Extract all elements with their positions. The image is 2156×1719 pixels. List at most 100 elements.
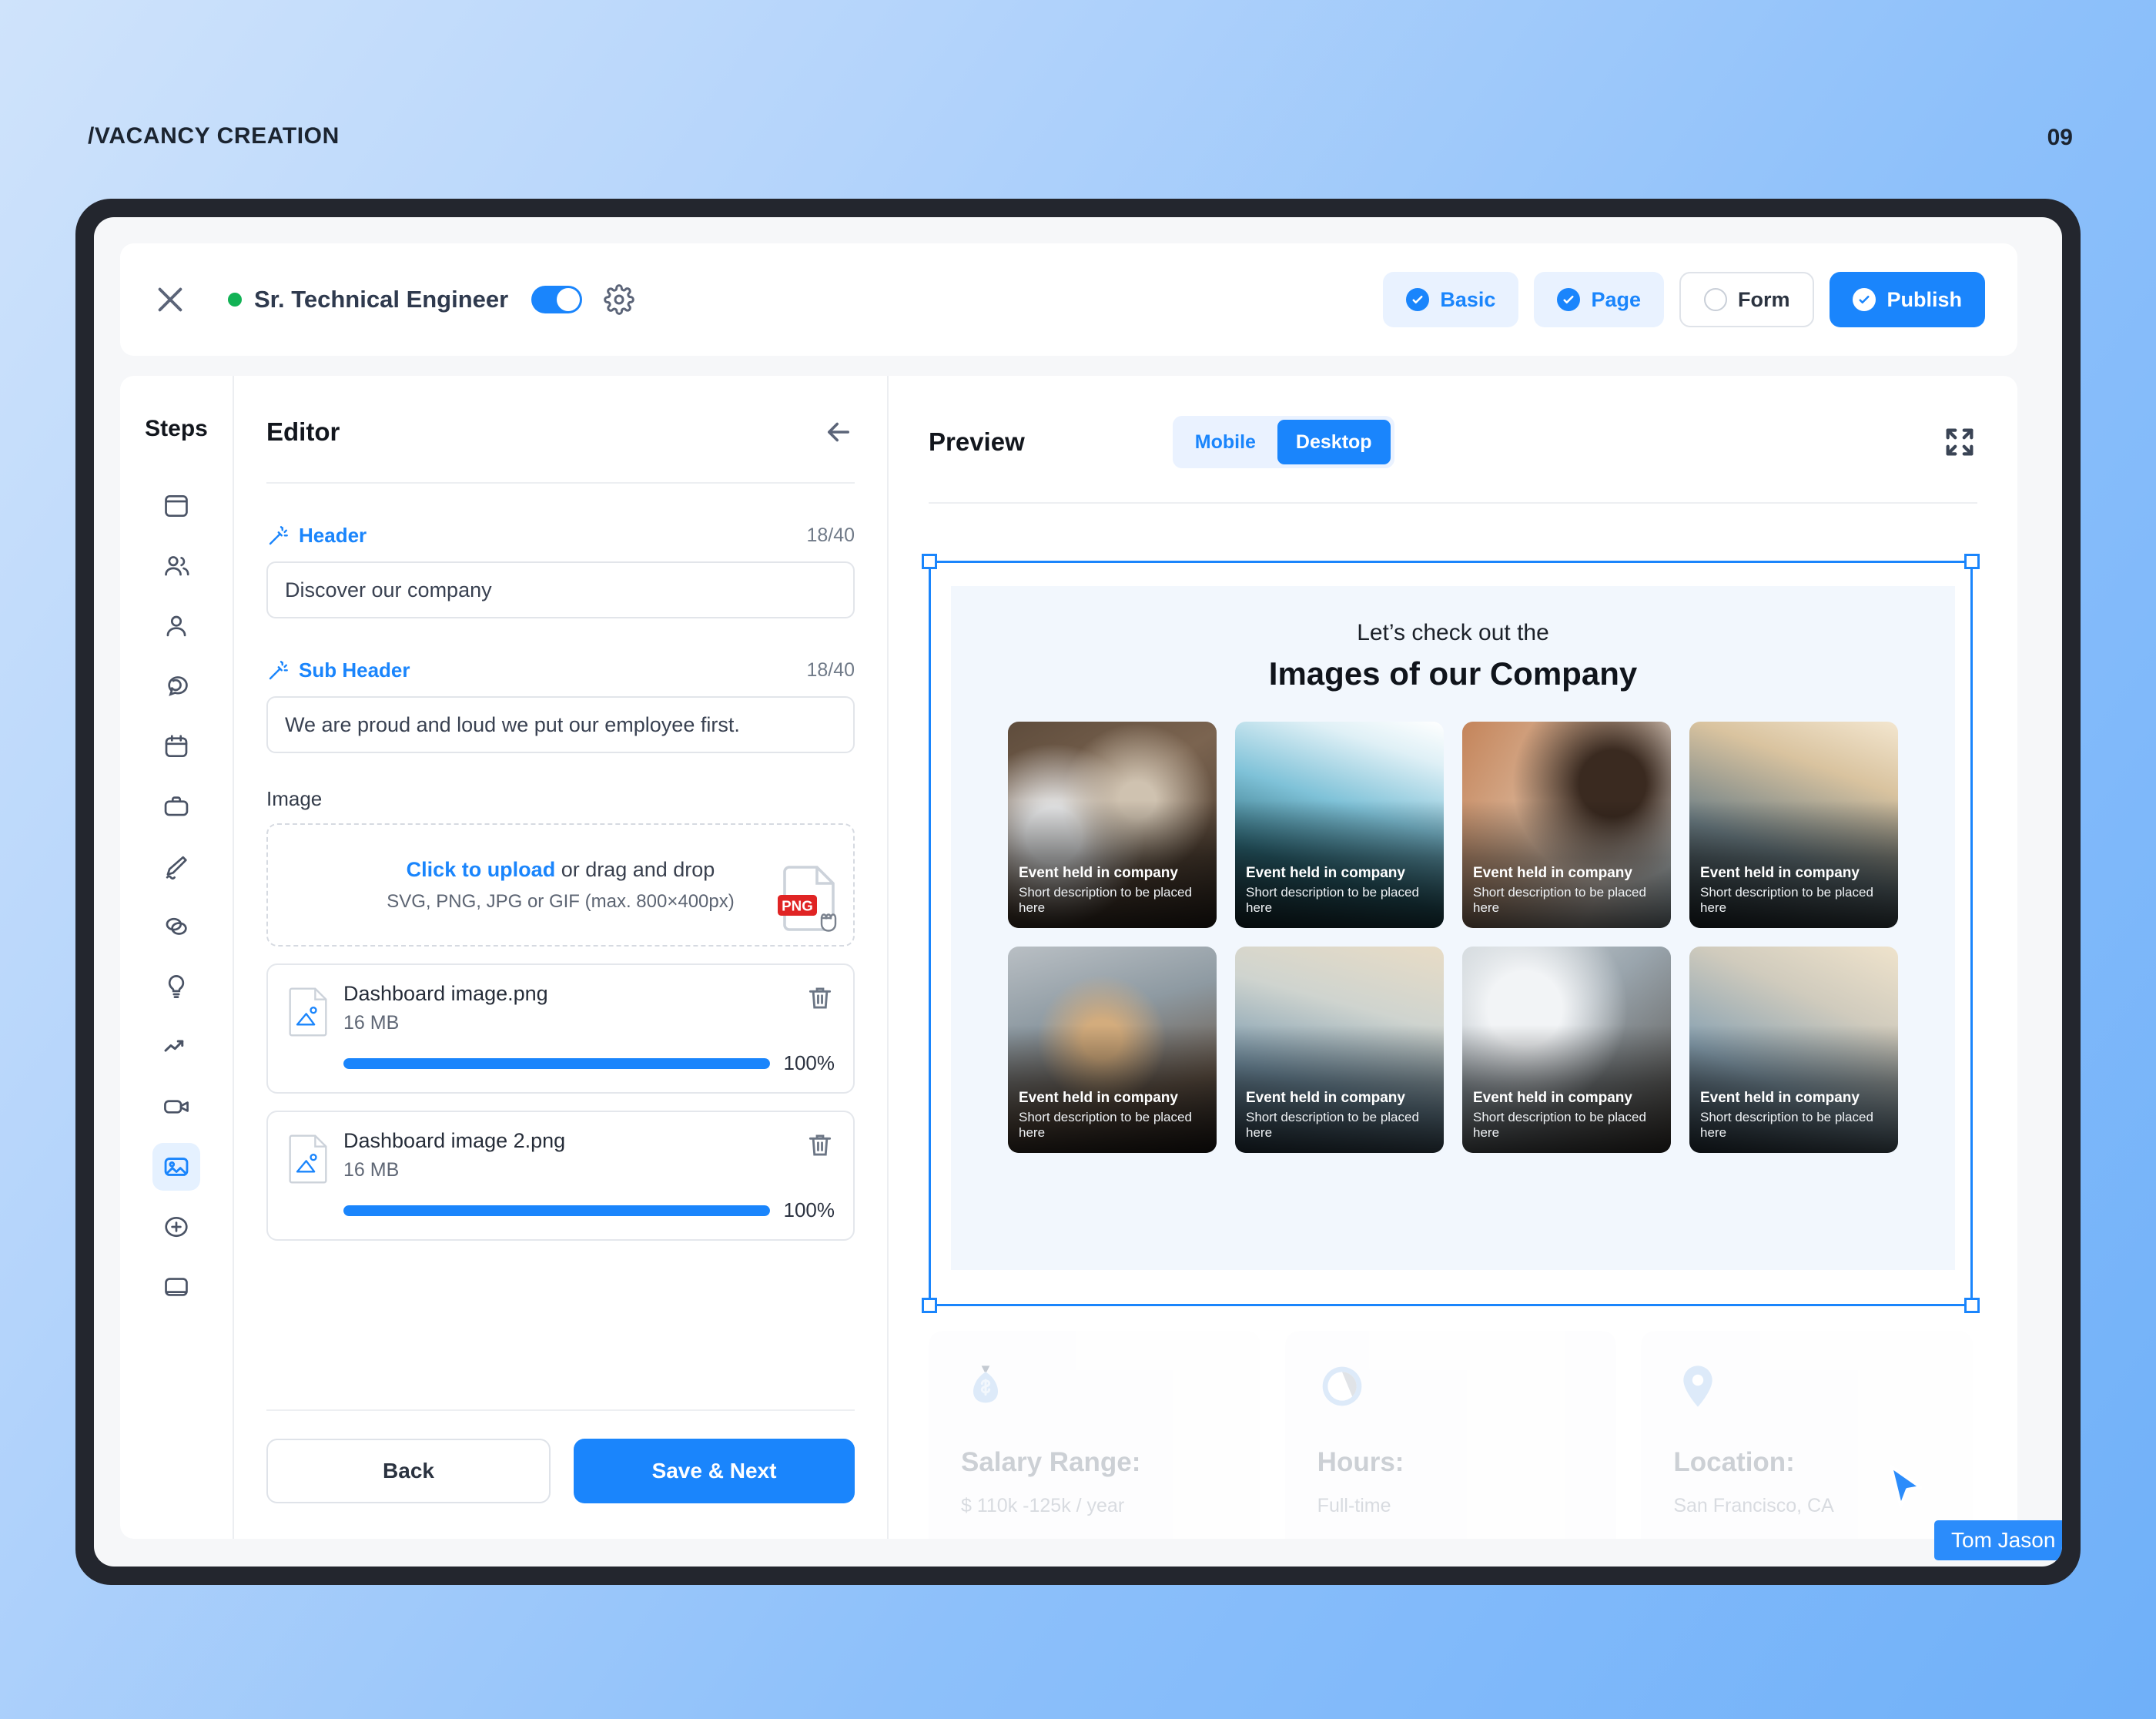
delete-icon[interactable] <box>805 983 835 1013</box>
subheader-input[interactable]: We are proud and loud we put our employe… <box>266 696 855 753</box>
topbar-step-form[interactable]: Form <box>1679 272 1815 327</box>
workspace: Steps Editor Header 18/40 Discover our c… <box>120 376 2017 1539</box>
topbar-step-page[interactable]: Page <box>1534 272 1664 327</box>
gallery-card[interactable]: Event held in company Short description t… <box>1008 947 1217 1153</box>
page-breadcrumb: /VACANCY CREATION <box>88 123 340 149</box>
gallery-card[interactable]: Event held in company Short description t… <box>1235 947 1444 1153</box>
topbar-step-publish[interactable]: Publish <box>1830 272 1985 327</box>
file-progress-row: 100% <box>343 1051 835 1075</box>
file-progress-row: 100% <box>343 1198 835 1222</box>
check-icon <box>1557 288 1581 311</box>
editor-title: Editor <box>266 417 340 446</box>
progress-percent: 100% <box>783 1198 835 1221</box>
close-icon[interactable] <box>152 282 188 317</box>
png-file-icon: PNG <box>778 866 837 932</box>
resize-handle-bottom-left[interactable] <box>922 1298 937 1313</box>
sidebar-item-image[interactable] <box>152 1143 200 1191</box>
photo-caption: Event held in company Short description t… <box>1700 1090 1887 1141</box>
empty-circle-icon <box>1703 288 1727 311</box>
file-card: Dashboard image.png 16 MB 100% <box>266 963 855 1094</box>
money-bag-icon <box>973 1365 998 1403</box>
sidebar-item-briefcase[interactable] <box>152 782 200 830</box>
editor-panel: Editor Header 18/40 Discover our company… <box>234 376 887 1539</box>
info-label: Salary Range: <box>961 1447 1141 1477</box>
photo-subtitle: Short description to be placed here <box>1473 885 1646 915</box>
photo-title: Event held in company <box>1019 865 1178 881</box>
device-frame: Sr. Technical Engineer Basic Page Form P… <box>75 199 2081 1585</box>
sidebar-item-calendar[interactable] <box>152 722 200 770</box>
sidebar-item-chat[interactable] <box>152 662 200 710</box>
topbar-step-label: Publish <box>1886 287 1962 311</box>
photo-title: Event held in company <box>1246 1090 1405 1106</box>
sidebar-item-users[interactable] <box>152 542 200 590</box>
check-icon <box>1853 288 1876 311</box>
publish-toggle[interactable] <box>531 286 583 313</box>
photo-subtitle: Short description to be placed here <box>1700 1110 1873 1140</box>
resize-handle-bottom-right[interactable] <box>1964 1298 1980 1313</box>
upload-link[interactable]: Click to upload <box>407 858 556 881</box>
delete-icon[interactable] <box>805 1131 835 1160</box>
photo-title: Event held in company <box>1246 865 1405 881</box>
sidebar-item-user[interactable] <box>152 602 200 650</box>
preview-title: Preview <box>929 427 1025 456</box>
clock-icon <box>1322 1366 1362 1406</box>
gallery-card[interactable]: Event held in company Short description t… <box>1462 722 1671 928</box>
back-button[interactable]: Back <box>266 1439 551 1503</box>
upload-dropzone[interactable]: Click to upload or drag and drop SVG, PN… <box>266 823 855 947</box>
sidebar-item-trending-up[interactable] <box>152 1023 200 1071</box>
sidebar-item-lightbulb[interactable] <box>152 963 200 1010</box>
save-next-button[interactable]: Save & Next <box>574 1439 855 1503</box>
gallery-card[interactable]: Event held in company Short description t… <box>1689 947 1898 1153</box>
sidebar-item-card[interactable] <box>152 1263 200 1311</box>
header-field-counter: 18/40 <box>806 524 855 546</box>
photo-title: Event held in company <box>1700 865 1860 881</box>
gallery-card[interactable]: Event held in company Short description t… <box>1235 722 1444 928</box>
header-input[interactable]: Discover our company <box>266 561 855 618</box>
sidebar-item-add[interactable] <box>152 1203 200 1251</box>
gear-icon[interactable] <box>604 284 634 315</box>
subheader-field-label: Sub Header <box>299 658 410 682</box>
page-number: 09 <box>2047 125 2073 150</box>
gallery-card[interactable]: Event held in company Short description t… <box>1462 947 1671 1153</box>
gallery-card[interactable]: Event held in company Short description t… <box>1689 722 1898 928</box>
file-info: Dashboard image.png 16 MB 100% <box>343 982 835 1075</box>
subheader-field-label-row: Sub Header 18/40 <box>266 658 855 682</box>
selected-block[interactable]: Let’s check out the Images of our Compan… <box>922 554 1980 1313</box>
image-file-icon <box>289 1134 327 1184</box>
photo-caption: Event held in company Short description t… <box>1246 1090 1433 1141</box>
sidebar-item-pen[interactable] <box>152 843 200 890</box>
arrow-left-icon[interactable] <box>822 416 855 448</box>
progress-fill <box>343 1057 770 1069</box>
file-name: Dashboard image 2.png <box>343 1129 566 1152</box>
sidebar-item-video[interactable] <box>152 1083 200 1131</box>
file-info: Dashboard image 2.png 16 MB 100% <box>343 1129 835 1222</box>
sidebar-item-circles[interactable] <box>152 903 200 950</box>
resize-handle-top-left[interactable] <box>922 554 937 569</box>
collaborator-name-label: Tom Jason <box>1934 1520 2062 1560</box>
file-name: Dashboard image.png <box>343 982 548 1005</box>
svg-text:PNG: PNG <box>782 897 813 913</box>
gallery-eyebrow: Let’s check out the <box>1357 620 1549 645</box>
location-pin-icon <box>1683 1365 1713 1407</box>
fullscreen-icon[interactable] <box>1942 424 1977 460</box>
photo-subtitle: Short description to be placed here <box>1246 885 1419 915</box>
topbar-steps: Basic Page Form Publish <box>1383 272 1985 327</box>
info-card-hours: Hours: Full-time <box>1284 1331 1617 1539</box>
resize-handle-top-right[interactable] <box>1964 554 1980 569</box>
mode-desktop[interactable]: Desktop <box>1277 420 1391 464</box>
mode-mobile[interactable]: Mobile <box>1177 420 1274 464</box>
preview-panel: Preview Mobile Desktop Let’s check out t… <box>887 376 2017 1539</box>
info-value: Full-time <box>1317 1495 1391 1516</box>
gallery-card[interactable]: Event held in company Short description t… <box>1008 722 1217 928</box>
sidebar-item-window[interactable] <box>152 482 200 530</box>
info-card-location: Location: San Francisco, CA <box>1641 1331 1974 1539</box>
photo-title: Event held in company <box>1473 865 1632 881</box>
photo-caption: Event held in company Short description t… <box>1473 1090 1660 1141</box>
job-title: Sr. Technical Engineer <box>254 286 509 313</box>
info-value: $ 110k -125k / year <box>961 1495 1125 1516</box>
photo-subtitle: Short description to be placed here <box>1473 1110 1646 1140</box>
device-mode-switch: Mobile Desktop <box>1172 416 1394 468</box>
magic-wand-icon <box>269 525 288 545</box>
preview-header: Preview Mobile Desktop <box>929 416 1977 468</box>
topbar-step-basic[interactable]: Basic <box>1383 272 1519 327</box>
